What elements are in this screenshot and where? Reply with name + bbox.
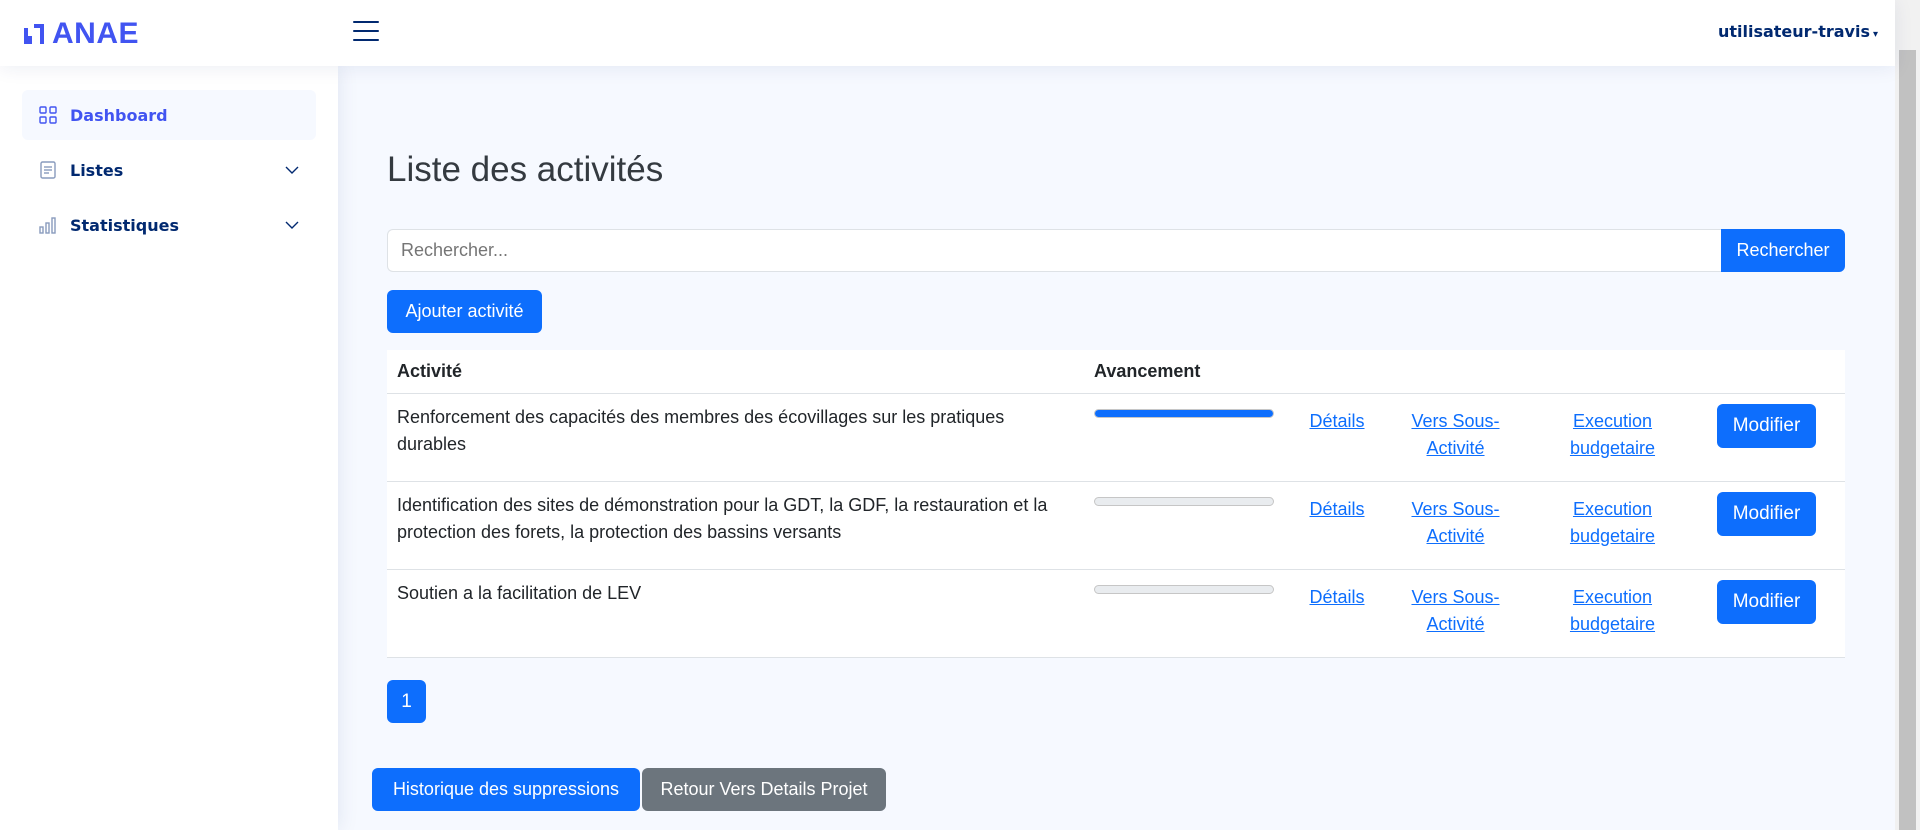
sidebar-item-label: Dashboard	[70, 105, 168, 125]
modify-button[interactable]: Modifier	[1717, 404, 1816, 448]
sidebar-item-label: Statistiques	[70, 215, 179, 235]
details-link[interactable]: Détails	[1284, 580, 1390, 657]
sidebar-item-statistiques[interactable]: Statistiques	[22, 200, 316, 250]
progress-fill	[1095, 410, 1273, 417]
sub-activity-link[interactable]: Vers Sous-Activité	[1402, 580, 1509, 657]
sidebar-item-dashboard[interactable]: Dashboard	[22, 90, 316, 140]
bar-chart-icon	[39, 217, 56, 234]
deletion-history-button[interactable]: Historique des suppressions	[372, 768, 640, 811]
table-row: Renforcement des capacités des membres d…	[387, 394, 1845, 482]
activity-name: Renforcement des capacités des membres d…	[397, 407, 1005, 454]
search-bar: Rechercher	[387, 229, 1845, 272]
activity-name: Identification des sites de démonstratio…	[397, 495, 1048, 542]
progress-bar	[1094, 497, 1274, 506]
sidebar-item-listes[interactable]: Listes	[22, 145, 316, 195]
chevron-down-icon	[285, 166, 299, 174]
user-name: utilisateur-travis	[1717, 22, 1870, 41]
user-menu[interactable]: utilisateur-travis ▾	[1718, 22, 1878, 41]
logo-text: ANAE	[52, 17, 140, 50]
activity-name: Soutien a la facilitation de LEV	[397, 583, 642, 603]
table-row: Soutien a la facilitation de LEV Détails…	[387, 570, 1845, 658]
page-title: Liste des activités	[387, 150, 664, 189]
search-button[interactable]: Rechercher	[1721, 229, 1845, 272]
column-header-activite: Activité	[397, 361, 463, 381]
progress-cell	[1084, 492, 1284, 569]
table-header: Activité Avancement	[387, 350, 1845, 394]
add-activity-button[interactable]: Ajouter activité	[387, 290, 542, 333]
budget-execution-link[interactable]: Execution budgetaire	[1551, 492, 1674, 569]
anae-logo-icon	[24, 24, 44, 44]
sub-activity-link[interactable]: Vers Sous-Activité	[1402, 492, 1509, 569]
logo[interactable]: ANAE	[22, 17, 139, 51]
return-to-project-button[interactable]: Retour Vers Details Projet	[642, 768, 886, 811]
modify-button[interactable]: Modifier	[1717, 492, 1816, 536]
table-row: Identification des sites de démonstratio…	[387, 482, 1845, 570]
progress-cell	[1084, 404, 1284, 481]
modify-button[interactable]: Modifier	[1717, 580, 1816, 624]
details-link[interactable]: Détails	[1284, 404, 1390, 481]
activities-table: Activité Avancement Renforcement des cap…	[387, 350, 1845, 658]
scrollbar[interactable]	[1895, 0, 1920, 830]
main-content: Liste des activités Rechercher Ajouter a…	[338, 66, 1895, 830]
progress-bar	[1094, 409, 1274, 418]
caret-down-icon: ▾	[1872, 29, 1878, 40]
budget-execution-link[interactable]: Execution budgetaire	[1551, 580, 1674, 657]
sidebar: Dashboard Listes Statistiques	[0, 66, 338, 830]
top-header: ANAE utilisateur-travis ▾	[0, 0, 1895, 66]
list-icon	[40, 161, 56, 179]
grid-icon	[39, 106, 57, 124]
progress-bar	[1094, 585, 1274, 594]
sidebar-item-label: Listes	[70, 160, 124, 180]
details-link[interactable]: Détails	[1284, 492, 1390, 569]
search-input[interactable]	[387, 229, 1721, 272]
chevron-down-icon	[285, 221, 299, 229]
sub-activity-link[interactable]: Vers Sous-Activité	[1402, 404, 1509, 481]
menu-toggle-icon[interactable]	[353, 21, 379, 43]
pagination-page-button[interactable]: 1	[387, 680, 426, 723]
budget-execution-link[interactable]: Execution budgetaire	[1551, 404, 1674, 481]
column-header-avancement: Avancement	[1094, 361, 1201, 381]
progress-cell	[1084, 580, 1284, 657]
scrollbar-thumb[interactable]	[1899, 50, 1916, 830]
